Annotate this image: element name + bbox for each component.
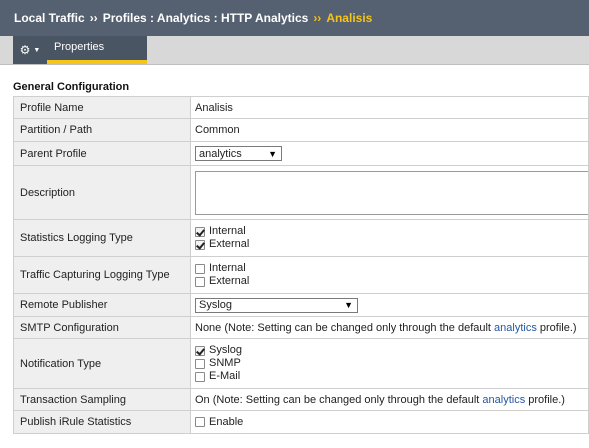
checkbox-label: SNMP xyxy=(209,357,241,369)
row-label: SMTP Configuration xyxy=(13,316,191,339)
checkbox-label: Internal xyxy=(209,225,246,237)
irule-enable-checkbox[interactable] xyxy=(195,417,205,427)
stats-internal-checkbox[interactable] xyxy=(195,226,205,237)
tab-properties[interactable]: Properties xyxy=(47,36,147,64)
breadcrumb-separator: ›› xyxy=(313,11,322,25)
row-sampling: Transaction Sampling On (Note: Setting c… xyxy=(13,388,589,411)
irule-enable-option[interactable]: Enable xyxy=(195,416,588,429)
row-parent-profile: Parent Profile analytics ▼ xyxy=(13,141,589,166)
partition-value: Common xyxy=(190,118,589,142)
row-label: Profile Name xyxy=(13,96,191,119)
stats-internal-option[interactable]: Internal xyxy=(195,225,588,238)
row-stats-logging: Statistics Logging Type Internal Externa… xyxy=(13,219,589,257)
parent-profile-selected: analytics xyxy=(199,147,242,160)
gear-icon: ⚙ xyxy=(19,43,31,57)
row-remote-publisher: Remote Publisher Syslog ▼ xyxy=(13,293,589,317)
section-title: General Configuration xyxy=(13,81,130,93)
capture-internal-option[interactable]: Internal xyxy=(195,262,588,275)
row-label: Publish iRule Statistics xyxy=(13,410,191,434)
row-label: Parent Profile xyxy=(13,141,191,166)
chevron-down-icon: ▼ xyxy=(33,46,41,54)
stats-external-checkbox[interactable] xyxy=(195,239,205,250)
sampling-note: On (Note: Setting can be changed only th… xyxy=(195,393,483,406)
row-smtp: SMTP Configuration None (Note: Setting c… xyxy=(13,316,589,339)
breadcrumb-separator: ›› xyxy=(89,11,98,25)
notify-syslog-checkbox[interactable] xyxy=(195,345,205,356)
row-irule: Publish iRule Statistics Enable xyxy=(13,410,589,434)
stats-external-option[interactable]: External xyxy=(195,238,588,251)
breadcrumb: Local Traffic ›› Profiles : Analytics : … xyxy=(0,0,589,36)
checkbox-label: External xyxy=(209,275,250,287)
checkbox-label: External xyxy=(209,238,250,250)
sampling-note-suffix: profile.) xyxy=(525,393,565,406)
row-label: Traffic Capturing Logging Type xyxy=(13,256,191,294)
chevron-down-icon: ▼ xyxy=(344,300,353,310)
capture-external-checkbox[interactable] xyxy=(195,276,205,287)
notify-snmp-option[interactable]: SNMP xyxy=(195,357,588,370)
notify-email-checkbox[interactable] xyxy=(195,371,205,382)
parent-profile-select[interactable]: analytics ▼ xyxy=(195,146,282,161)
notify-snmp-checkbox[interactable] xyxy=(195,358,205,369)
remote-publisher-selected: Syslog xyxy=(199,299,233,311)
row-notification: Notification Type Syslog SNMP E-Mail xyxy=(13,338,589,389)
notify-syslog-option[interactable]: Syslog xyxy=(195,344,588,357)
gear-menu-button[interactable]: ⚙ ▼ xyxy=(13,36,47,64)
description-textarea[interactable] xyxy=(195,170,589,215)
row-label: Notification Type xyxy=(13,338,191,389)
profile-name-value: Analisis xyxy=(190,96,589,119)
checkbox-label: Enable xyxy=(209,415,244,428)
chevron-down-icon: ▼ xyxy=(268,148,277,159)
analytics-link[interactable]: analytics xyxy=(482,394,525,406)
row-partition: Partition / Path Common xyxy=(13,118,589,142)
row-label: Partition / Path xyxy=(13,118,191,142)
checkbox-label: E-Mail xyxy=(209,370,241,382)
breadcrumb-current: Analisis xyxy=(326,11,373,25)
row-label: Transaction Sampling xyxy=(13,388,191,411)
breadcrumb-profiles[interactable]: Profiles : Analytics : HTTP Analytics xyxy=(103,11,309,25)
checkbox-label: Internal xyxy=(209,262,246,274)
smtp-note: None (Note: Setting can be changed only … xyxy=(195,321,495,334)
row-traffic-capture: Traffic Capturing Logging Type Internal … xyxy=(13,256,589,294)
capture-external-option[interactable]: External xyxy=(195,275,588,288)
config-table: Profile Name Analisis Partition / Path C… xyxy=(13,96,589,434)
row-profile-name: Profile Name Analisis xyxy=(13,96,589,119)
row-label: Statistics Logging Type xyxy=(13,219,191,257)
analytics-link[interactable]: analytics xyxy=(494,322,537,334)
remote-publisher-select[interactable]: Syslog ▼ xyxy=(195,297,358,313)
row-label: Description xyxy=(13,165,191,220)
smtp-note-suffix: profile.) xyxy=(536,321,577,334)
capture-internal-checkbox[interactable] xyxy=(195,263,205,274)
row-label: Remote Publisher xyxy=(13,293,191,317)
breadcrumb-local-traffic[interactable]: Local Traffic xyxy=(14,11,85,25)
row-description: Description xyxy=(13,165,589,220)
notify-email-option[interactable]: E-Mail xyxy=(195,370,588,383)
checkbox-label: Syslog xyxy=(209,344,243,356)
tab-bar: ⚙ ▼ Properties xyxy=(0,36,589,65)
